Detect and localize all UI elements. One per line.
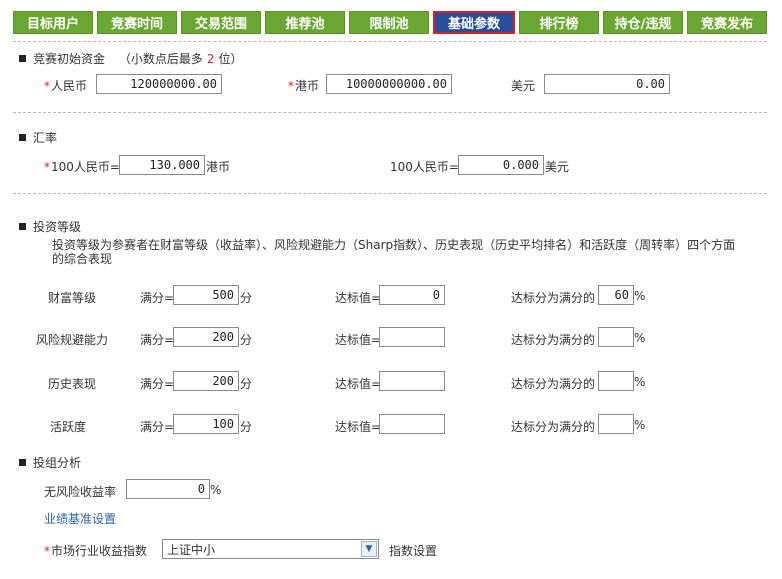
full-score-input[interactable]	[173, 285, 239, 305]
tab-holdings-violations[interactable]: 持仓/违规	[603, 11, 683, 34]
capital-note-prefix: （小数点后最多	[118, 52, 203, 66]
tab-contest-publish[interactable]: 竞赛发布	[687, 11, 767, 34]
riskfree-label: 无风险收益率	[44, 485, 117, 499]
full-score-input[interactable]	[173, 371, 239, 391]
hkd-label: *港币	[288, 77, 319, 94]
full-score-label: 满分=	[140, 377, 175, 391]
grade-title: 投资等级	[33, 220, 82, 234]
pct-label: 达标分为满分的	[511, 291, 596, 305]
grade-description: 投资等级为参赛者在财富等级（收益率）、风险规避能力（Sharp指数）、历史表现（…	[52, 238, 736, 266]
benchmark-settings-link[interactable]: 业绩基准设置	[44, 510, 116, 527]
hkd-label-text: 港币	[295, 79, 320, 93]
market-index-select[interactable]: 上证中小 ▼	[162, 539, 379, 559]
pct-input[interactable]	[598, 414, 634, 434]
usd-label: 美元	[511, 79, 536, 93]
portfolio-section-title: 投组分析	[19, 454, 81, 471]
grade-row-name: 历史表现	[48, 377, 97, 391]
pct-label: 达标分为满分的	[511, 333, 596, 347]
rate-usd-prefix: 100人民币=	[390, 160, 459, 174]
target-input[interactable]	[379, 285, 445, 305]
rate-usd-input[interactable]	[458, 155, 544, 175]
target-label: 达标值=	[335, 291, 382, 305]
tab-bar: 目标用户 竞赛时间 交易范围 推荐池 限制池 基础参数 排行榜 持仓/违规 竞赛…	[13, 11, 767, 34]
required-asterisk-icon: *	[44, 160, 50, 174]
riskfree-input[interactable]	[126, 479, 210, 499]
target-input[interactable]	[379, 414, 445, 434]
pct-input[interactable]	[598, 285, 634, 305]
score-unit: 分	[240, 377, 253, 391]
target-input[interactable]	[379, 371, 445, 391]
market-index-label-text: 市场行业收益指数	[51, 544, 148, 558]
tab-trade-scope[interactable]: 交易范围	[181, 11, 261, 34]
pct-input[interactable]	[598, 371, 634, 391]
capital-title: 竞赛初始资金	[33, 52, 106, 66]
grade-section-title: 投资等级	[19, 218, 81, 235]
pct-label: 达标分为满分的	[511, 420, 596, 434]
pct-unit: %	[634, 331, 646, 345]
rmb-label: *人民币	[44, 77, 87, 94]
required-asterisk-icon: *	[44, 79, 50, 93]
square-bullet-icon	[19, 134, 26, 141]
required-asterisk-icon: *	[288, 79, 294, 93]
target-label: 达标值=	[335, 420, 382, 434]
score-unit: 分	[240, 291, 253, 305]
capital-section-title: 竞赛初始资金 （小数点后最多 2 位）	[19, 50, 243, 67]
pct-unit: %	[634, 289, 646, 303]
chevron-down-icon[interactable]: ▼	[361, 541, 377, 557]
full-score-input[interactable]	[173, 414, 239, 434]
usd-capital-input[interactable]	[544, 74, 670, 94]
full-score-input[interactable]	[173, 327, 239, 347]
target-label: 达标值=	[335, 377, 382, 391]
square-bullet-icon	[19, 459, 26, 466]
rate-hkd-prefix-text: 100人民币=	[51, 160, 120, 174]
tab-target-users[interactable]: 目标用户	[13, 11, 93, 34]
score-unit: 分	[240, 333, 253, 347]
riskfree-unit: %	[210, 483, 222, 497]
grade-row-name: 财富等级	[48, 291, 97, 305]
index-settings-link[interactable]: 指数设置	[389, 542, 437, 559]
rmb-label-text: 人民币	[51, 79, 88, 93]
divider	[13, 193, 767, 194]
tab-recommend-pool[interactable]: 推荐池	[265, 11, 345, 34]
target-input[interactable]	[379, 327, 445, 347]
tab-basic-params[interactable]: 基础参数	[433, 11, 515, 34]
pct-input[interactable]	[598, 327, 634, 347]
rate-usd-unit: 美元	[545, 160, 570, 174]
grade-row-name: 风险规避能力	[36, 333, 109, 347]
capital-note-number: 2	[206, 52, 215, 66]
market-index-label: *市场行业收益指数	[44, 542, 147, 559]
rate-section-title: 汇率	[19, 129, 57, 146]
capital-note-suffix: 位）	[218, 52, 243, 66]
full-score-label: 满分=	[140, 291, 175, 305]
rate-hkd-prefix: *100人民币=	[44, 158, 120, 175]
score-unit: 分	[240, 420, 253, 434]
divider	[13, 41, 767, 42]
rate-hkd-input[interactable]	[119, 155, 205, 175]
tab-restrict-pool[interactable]: 限制池	[349, 11, 429, 34]
rmb-capital-input[interactable]	[96, 74, 222, 94]
portfolio-title: 投组分析	[33, 456, 82, 470]
rate-title: 汇率	[33, 131, 58, 145]
divider	[13, 112, 767, 113]
full-score-label: 满分=	[140, 333, 175, 347]
required-asterisk-icon: *	[44, 544, 50, 558]
full-score-label: 满分=	[140, 420, 175, 434]
pct-label: 达标分为满分的	[511, 377, 596, 391]
pct-unit: %	[634, 375, 646, 389]
grade-row-name: 活跃度	[50, 420, 87, 434]
target-label: 达标值=	[335, 333, 382, 347]
square-bullet-icon	[19, 55, 26, 62]
market-index-selected-value: 上证中小	[167, 542, 216, 557]
tab-ranking[interactable]: 排行榜	[519, 11, 599, 34]
pct-unit: %	[634, 418, 646, 432]
tab-contest-time[interactable]: 竞赛时间	[97, 11, 177, 34]
hkd-capital-input[interactable]	[326, 74, 452, 94]
rate-hkd-unit: 港币	[206, 160, 231, 174]
square-bullet-icon	[19, 223, 26, 230]
